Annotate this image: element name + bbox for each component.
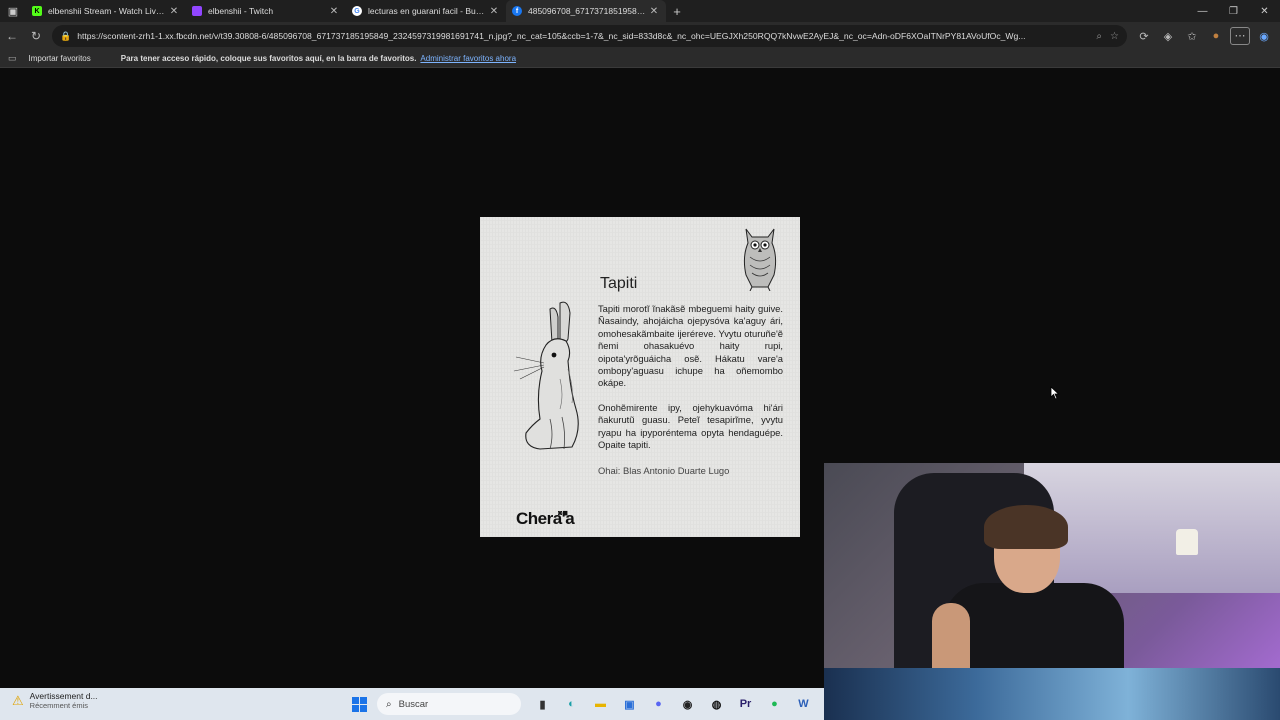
webcam-overlay — [824, 463, 1280, 720]
discord-icon[interactable]: ● — [644, 693, 673, 715]
url-text: https://scontent-zrh1-1.xx.fbcdn.net/v/t… — [77, 31, 1026, 41]
facebook-icon: f — [512, 6, 522, 16]
taskbar-search-input[interactable]: ⌕ Buscar — [377, 693, 521, 715]
close-icon[interactable]: ✕ — [488, 6, 500, 17]
task-view-icon[interactable]: ▮ — [528, 693, 557, 715]
streamer-hair — [984, 505, 1068, 549]
restore-icon[interactable]: ❐ — [1218, 0, 1249, 22]
poem-paragraph: Onohẽmirente ipy, ojehykuavóma hi'ári ña… — [598, 401, 783, 451]
edge-icon[interactable]: ◐ — [557, 693, 586, 715]
zoom-icon[interactable]: ⌕ — [1096, 31, 1102, 42]
minimize-icon[interactable]: — — [1187, 0, 1218, 22]
spotify-icon[interactable]: ● — [760, 693, 789, 715]
manage-favorites-link[interactable]: Administrar favoritos ahora — [420, 54, 516, 63]
copilot-icon[interactable]: ◉ — [1252, 30, 1276, 43]
tab-title: elbenshii Stream - Watch Live on — [48, 6, 168, 16]
lamp — [1176, 529, 1198, 555]
more-menu-icon[interactable]: ⋯ — [1230, 27, 1250, 45]
reload-icon[interactable]: ↻ — [24, 29, 48, 43]
sidebar-toggle-icon[interactable]: ▭ — [8, 53, 17, 64]
poem-paragraph: Tapiti morotĩ ĩnakãsẽ mbeguemi haity gui… — [598, 303, 783, 389]
star-icon[interactable]: ☆ — [1110, 31, 1119, 42]
facebook-icon: ◼ — [562, 510, 569, 517]
favorites-hint: Para tener acceso rápido, coloque sus fa… — [120, 54, 417, 63]
warning-icon: ⚠ — [12, 692, 24, 708]
taskbar-apps: ▮ ◐ ▬ ▣ ● ◉ ◍ Pr ● W — [528, 693, 818, 715]
search-icon: ⌕ — [386, 698, 392, 710]
notification-title: Avertissement d... — [29, 691, 98, 701]
kick-icon: K — [32, 6, 42, 16]
browser-toolbar: ⟳ ◈ ✩ ● ⋯ ◉ — [1132, 22, 1276, 50]
social-icons: ◙◼ — [558, 509, 568, 517]
favorites-icon[interactable]: ✩ — [1180, 30, 1204, 43]
extensions-icon[interactable]: ⟳ — [1132, 30, 1156, 43]
url-field[interactable]: 🔒 https://scontent-zrh1-1.xx.fbcdn.net/v… — [52, 25, 1127, 47]
close-icon[interactable]: ✕ — [328, 6, 340, 17]
browser-tab-bar: ▣ K elbenshii Stream - Watch Live on ✕ e… — [0, 0, 1280, 22]
close-icon[interactable]: ✕ — [168, 6, 180, 17]
close-icon[interactable]: ✕ — [648, 6, 660, 17]
poem-title: Tapiti — [600, 275, 638, 292]
poster-image: Tapiti Tapiti morotĩ ĩnakãsẽ mbeguemi ha… — [480, 217, 800, 537]
close-window-icon[interactable]: ✕ — [1249, 0, 1280, 22]
word-icon[interactable]: W — [789, 693, 818, 715]
desk-mat — [824, 668, 1280, 720]
taskbar: ⚠ Avertissement d... Récemment émis ⌕ Bu… — [0, 688, 824, 720]
rabbit-illustration — [513, 301, 579, 450]
address-bar-row: ← ↻ 🔒 https://scontent-zrh1-1.xx.fbcdn.n… — [0, 22, 1280, 50]
favorites-bar: ▭ Importar favoritos Para tener acceso r… — [0, 50, 1280, 68]
tab-twitch[interactable]: elbenshii - Twitch ✕ — [186, 0, 346, 22]
back-icon[interactable]: ← — [0, 29, 24, 43]
file-explorer-icon[interactable]: ▬ — [586, 693, 615, 715]
tab-google-search[interactable]: G lecturas en guarani facil - Buscar ✕ — [346, 0, 506, 22]
tab-kick[interactable]: K elbenshii Stream - Watch Live on ✕ — [26, 0, 186, 22]
tab-image-active[interactable]: f 485096708_671737185195849_23 ✕ — [506, 0, 666, 22]
window-controls: — ❐ ✕ — [1187, 0, 1280, 22]
mouse-cursor-icon — [1050, 386, 1060, 400]
notification-subtitle: Récemment émis — [29, 701, 89, 710]
owl-illustration — [743, 228, 777, 291]
tab-title: 485096708_671737185195849_23 — [528, 6, 648, 16]
windows-start-icon[interactable] — [352, 697, 367, 712]
store-icon[interactable]: ▣ — [615, 693, 644, 715]
import-favorites-link[interactable]: Importar favoritos — [29, 54, 91, 63]
obs-icon[interactable]: ◉ — [673, 693, 702, 715]
browser-essentials-icon[interactable]: ◈ — [1156, 30, 1180, 43]
twitch-icon — [192, 6, 202, 16]
search-placeholder: Buscar — [398, 698, 429, 710]
new-tab-button[interactable]: + — [666, 4, 688, 19]
site-info-icon[interactable]: 🔒 — [60, 31, 71, 42]
audio-app-icon[interactable]: ◍ — [702, 693, 731, 715]
google-icon: G — [352, 6, 362, 16]
tab-title: lecturas en guarani facil - Buscar — [368, 6, 488, 16]
tab-title: elbenshii - Twitch — [208, 6, 274, 16]
tab-actions-icon[interactable]: ▣ — [0, 0, 26, 22]
poem-author: Ohai: Blas Antonio Duarte Lugo — [598, 465, 730, 476]
notification-widget[interactable]: ⚠ Avertissement d... Récemment émis — [12, 691, 98, 710]
poem-body: Tapiti morotĩ ĩnakãsẽ mbeguemi haity gui… — [598, 303, 783, 463]
premiere-icon[interactable]: Pr — [731, 693, 760, 715]
profile-avatar[interactable]: ● — [1204, 30, 1228, 42]
